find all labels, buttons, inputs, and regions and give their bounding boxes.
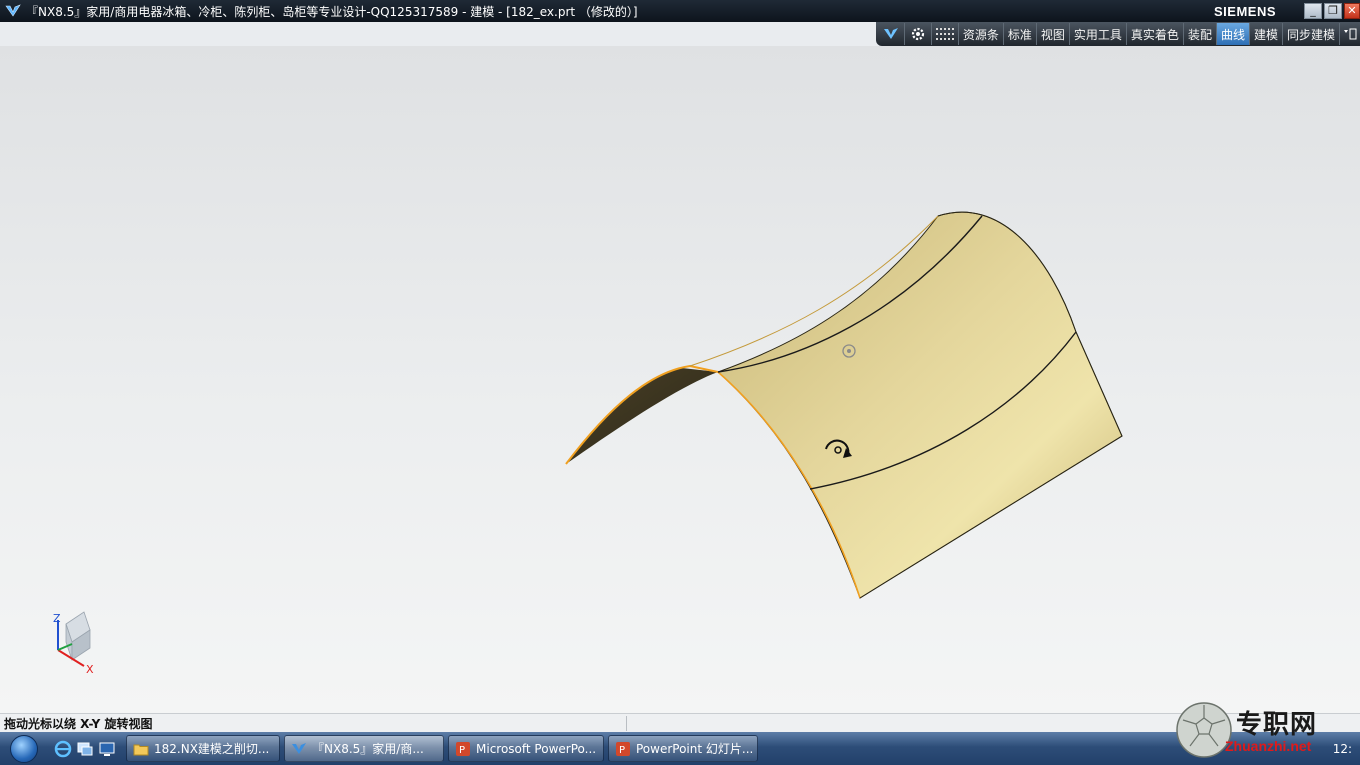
svg-text:P: P (459, 745, 465, 756)
windows-taskbar: 182.NX建模之削切... 『NX8.5』家用/商... P Microsof… (0, 732, 1360, 765)
show-desktop-icon[interactable] (76, 740, 94, 758)
ribbon-toolbar: 资源条 标准 视图 实用工具 真实着色 装配 曲线 建模 同步建模 (875, 22, 1360, 46)
maximize-button[interactable]: ❐ (1324, 3, 1342, 19)
curved-surface-inner[interactable] (566, 368, 718, 464)
taskbar-item-label: 182.NX建模之削切... (154, 742, 270, 756)
taskbar-item-folder[interactable]: 182.NX建模之削切... (126, 735, 280, 762)
tab-synchronous-modeling[interactable]: 同步建模 (1283, 23, 1340, 45)
windows-logo-icon (10, 734, 38, 763)
tab-utility[interactable]: 实用工具 (1070, 23, 1127, 45)
watermark-cn: 专职网 (1236, 710, 1318, 740)
svg-text:P: P (619, 745, 625, 756)
taskbar-item-label: 『NX8.5』家用/商... (312, 742, 424, 756)
watermark-en: Zhuanzhi.net (1225, 738, 1312, 754)
powerpoint-icon: P (456, 741, 470, 756)
taskbar-item-powerpoint[interactable]: P Microsoft PowerPo... (448, 735, 604, 762)
title-bar: 『NX8.5』家用/商用电器冰箱、冷柜、陈列柜、岛柜等专业设计-QQ125317… (0, 0, 1360, 22)
tab-assembly[interactable]: 装配 (1184, 23, 1217, 45)
tab-view[interactable]: 视图 (1037, 23, 1070, 45)
triad-x-label: X (86, 663, 94, 676)
tab-modeling[interactable]: 建模 (1250, 23, 1283, 45)
system-clock[interactable]: 12: (1333, 742, 1352, 756)
taskbar-item-label: PowerPoint 幻灯片... (636, 742, 754, 756)
gear-icon[interactable] (905, 23, 932, 45)
tab-resource-bar[interactable]: 资源条 (959, 23, 1004, 45)
grid-icon[interactable] (932, 23, 959, 45)
switch-windows-icon[interactable] (98, 740, 116, 758)
watermark: 专职网 Zhuanzhi.net (1170, 700, 1360, 765)
ie-icon[interactable] (54, 740, 72, 758)
taskbar-item-slideshow[interactable]: P PowerPoint 幻灯片... (608, 735, 758, 762)
minimize-button[interactable]: _ (1304, 3, 1322, 19)
taskbar-item-nx[interactable]: 『NX8.5』家用/商... (284, 735, 444, 762)
tab-standard[interactable]: 标准 (1004, 23, 1037, 45)
brand-logo: SIEMENS (1213, 3, 1276, 19)
surface-model[interactable]: Z X (0, 46, 1360, 713)
nx-menu-icon[interactable] (878, 23, 905, 45)
wcs-triad: Z X (53, 611, 94, 676)
taskbar-item-label: Microsoft PowerPo... (476, 741, 597, 756)
triad-z-label: Z (53, 612, 61, 625)
status-divider (626, 716, 627, 731)
status-bar: 拖动光标以绕 X-Y 旋转视图 (0, 713, 1360, 733)
quick-launch (48, 740, 122, 758)
graphics-viewport[interactable]: Z X (0, 46, 1360, 713)
close-button[interactable]: ✕ (1344, 3, 1360, 19)
status-message: 拖动光标以绕 X-Y 旋转视图 (4, 717, 153, 731)
nx-icon (292, 742, 306, 754)
tab-true-shading[interactable]: 真实着色 (1127, 23, 1184, 45)
toolbar-options-icon[interactable] (1340, 23, 1360, 45)
curved-surface-outer[interactable] (717, 211, 1123, 599)
tab-curve[interactable]: 曲线 (1216, 23, 1250, 45)
powerpoint-icon: P (616, 741, 630, 756)
folder-icon (133, 744, 149, 755)
start-button[interactable] (0, 732, 48, 765)
nx-app-icon[interactable] (4, 2, 22, 20)
window-title: 『NX8.5』家用/商用电器冰箱、冷柜、陈列柜、岛柜等专业设计-QQ125317… (26, 4, 638, 19)
